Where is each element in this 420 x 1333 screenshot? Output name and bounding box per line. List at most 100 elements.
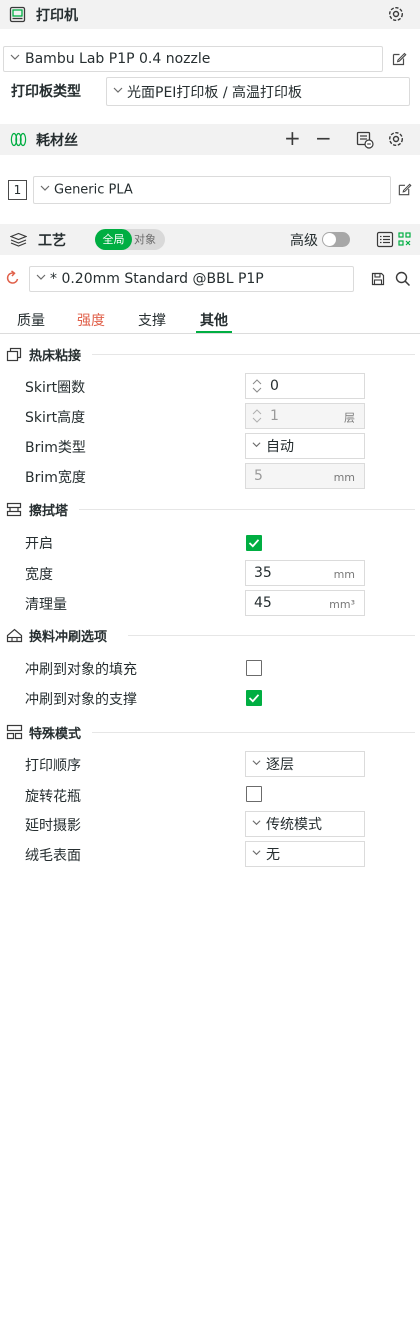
print-sequence-label: 打印顺序	[25, 758, 81, 774]
prime-tower-width-label: 宽度	[25, 567, 53, 583]
chevron-down-icon	[252, 820, 261, 826]
chevron-down-icon	[252, 442, 261, 448]
prime-tower-width-input[interactable]: 35 mm	[245, 560, 365, 586]
prime-volume-unit: mm³	[329, 597, 355, 611]
chevron-down-icon	[252, 760, 261, 766]
printer-settings-gear-icon[interactable]	[387, 5, 405, 23]
global-object-toggle[interactable]: 全局 对象	[95, 229, 165, 250]
compare-list-icon[interactable]	[376, 231, 394, 248]
skirt-loops-label: Skirt圈数	[25, 380, 86, 396]
prime-tower-width-unit: mm	[333, 567, 355, 581]
prime-tower-enable-checkbox[interactable]	[246, 535, 262, 551]
timelapse-value: 传统模式	[266, 817, 322, 833]
process-layers-icon	[10, 232, 27, 247]
advanced-label: 高级	[290, 233, 318, 249]
check-icon	[248, 694, 260, 703]
plate-type-label: 打印板类型	[11, 84, 81, 100]
tab-quality[interactable]: 质量	[17, 310, 45, 330]
process-preset-dropdown[interactable]: * 0.20mm Standard @BBL P1P	[29, 266, 354, 292]
plate-grid-icon[interactable]	[398, 232, 412, 247]
advanced-toggle-knob	[323, 233, 336, 246]
print-sequence-dropdown[interactable]: 逐层	[245, 751, 365, 777]
section-divider	[79, 509, 415, 510]
advanced-toggle-switch[interactable]	[322, 232, 350, 247]
prime-volume-label: 清理量	[25, 597, 67, 613]
printer-icon	[9, 6, 26, 23]
spinner-arrows-icon	[252, 409, 262, 423]
special-mode-icon	[6, 724, 23, 740]
brim-width-input: 5 mm	[245, 463, 365, 489]
timelapse-label: 延时摄影	[25, 818, 81, 834]
search-icon[interactable]	[395, 271, 411, 287]
chevron-down-icon	[113, 87, 123, 93]
filament-settings-gear-icon[interactable]	[387, 130, 405, 148]
printer-preset-value: Bambu Lab P1P 0.4 nozzle	[25, 51, 211, 67]
spinner-arrows-icon[interactable]	[251, 377, 263, 395]
brim-type-label: Brim类型	[25, 440, 86, 456]
add-filament-button[interactable]: +	[284, 126, 301, 150]
filament-slot-badge[interactable]: 1	[8, 180, 27, 200]
section-divider	[128, 635, 415, 636]
filament-header: 耗材丝 + −	[0, 124, 420, 155]
flush-infill-checkbox[interactable]	[246, 660, 262, 676]
bed-adhesion-title: 热床粘接	[29, 349, 82, 364]
section-divider	[92, 732, 415, 733]
flush-infill-label: 冲刷到对象的填充	[25, 662, 137, 678]
printer-header: 打印机	[0, 0, 420, 29]
undo-reset-icon[interactable]	[5, 270, 21, 286]
brim-width-unit: mm	[333, 470, 355, 484]
skirt-loops-input[interactable]: 0	[245, 373, 365, 399]
filament-sync-icon[interactable]	[356, 131, 374, 149]
printer-section-title: 打印机	[36, 8, 78, 24]
plate-type-dropdown[interactable]: 光面PEI打印板 / 高温打印板	[106, 77, 410, 106]
prime-tower-icon	[6, 502, 22, 517]
check-icon	[248, 539, 260, 548]
brim-width-value: 5	[254, 468, 263, 484]
save-preset-icon[interactable]	[371, 272, 385, 286]
tab-others[interactable]: 其他	[200, 310, 228, 330]
fuzzy-skin-value: 无	[266, 847, 280, 863]
skirt-loops-value: 0	[270, 378, 279, 394]
remove-filament-button[interactable]: −	[315, 126, 332, 150]
flush-options-icon	[6, 628, 23, 643]
filament-preset-dropdown[interactable]: Generic PLA	[33, 176, 391, 204]
timelapse-dropdown[interactable]: 传统模式	[245, 811, 365, 837]
brim-width-label: Brim宽度	[25, 470, 86, 486]
process-section-title: 工艺	[38, 233, 66, 249]
filament-section-title: 耗材丝	[36, 133, 78, 149]
skirt-height-value: 1	[270, 408, 279, 424]
fuzzy-skin-dropdown[interactable]: 无	[245, 841, 365, 867]
skirt-height-input: 1 层	[245, 403, 365, 429]
brim-type-dropdown[interactable]: 自动	[245, 433, 365, 459]
section-divider	[92, 354, 415, 355]
tab-strength[interactable]: 强度	[77, 310, 105, 330]
printer-preset-dropdown[interactable]: Bambu Lab P1P 0.4 nozzle	[3, 46, 383, 72]
toggle-global-option[interactable]: 全局	[95, 229, 132, 250]
skirt-height-unit: 层	[344, 411, 355, 425]
flush-support-label: 冲刷到对象的支撑	[25, 692, 137, 708]
spiral-vase-checkbox[interactable]	[246, 786, 262, 802]
brim-type-value: 自动	[266, 439, 294, 455]
chevron-down-icon	[252, 850, 261, 856]
process-preset-value: * 0.20mm Standard @BBL P1P	[50, 271, 264, 287]
print-sequence-value: 逐层	[266, 757, 294, 773]
prime-volume-input[interactable]: 45 mm³	[245, 590, 365, 616]
prime-volume-value: 45	[254, 595, 272, 611]
flush-options-title: 换料冲刷选项	[29, 630, 108, 645]
plate-type-value: 光面PEI打印板 / 高温打印板	[127, 84, 303, 101]
bed-adhesion-icon	[6, 347, 22, 362]
filament-preset-value: Generic PLA	[54, 182, 133, 198]
fuzzy-skin-label: 绒毛表面	[25, 848, 81, 864]
tabs-divider	[0, 333, 420, 334]
prime-tower-width-value: 35	[254, 565, 272, 581]
chevron-down-icon	[10, 54, 20, 60]
skirt-height-label: Skirt高度	[25, 410, 86, 426]
edit-filament-icon[interactable]	[397, 182, 412, 197]
tab-support[interactable]: 支撑	[138, 310, 166, 330]
edit-printer-icon[interactable]	[391, 51, 407, 67]
process-header: 工艺 全局 对象 高级	[0, 224, 420, 255]
flush-support-checkbox[interactable]	[246, 690, 262, 706]
toggle-object-label[interactable]: 对象	[134, 229, 156, 250]
toggle-global-label: 全局	[102, 233, 125, 246]
prime-tower-title: 擦拭塔	[29, 504, 69, 519]
